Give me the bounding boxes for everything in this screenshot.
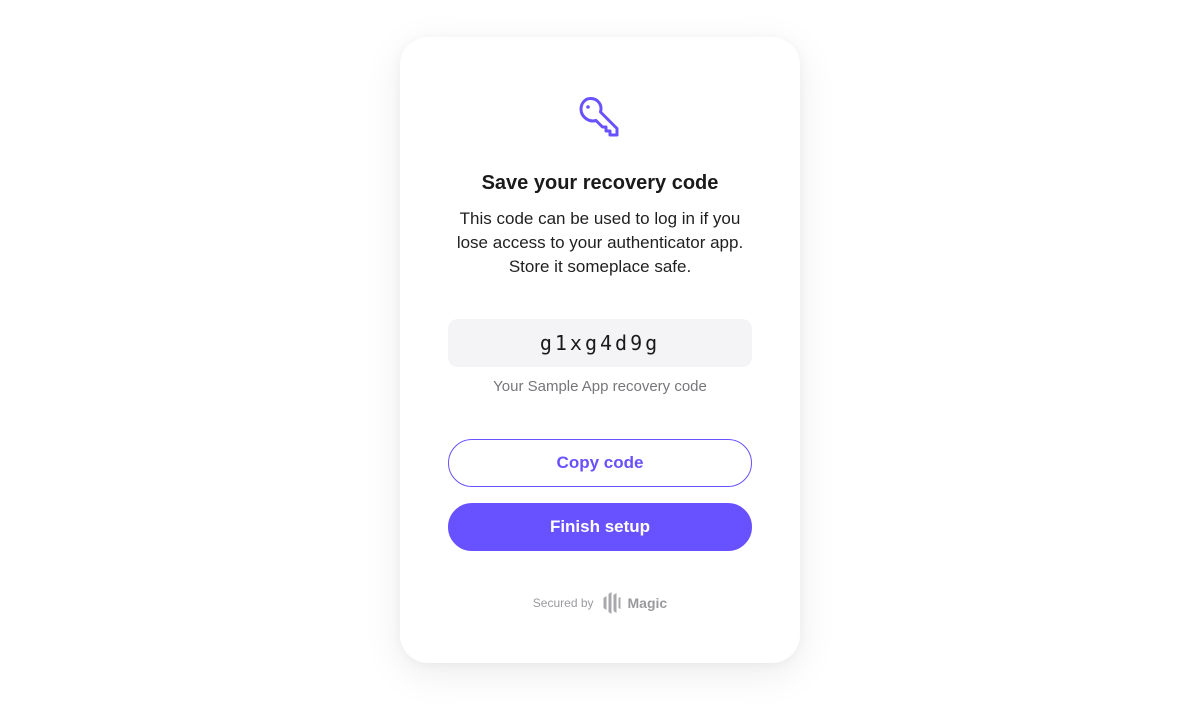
secured-by-footer: Secured by Magic — [400, 589, 800, 617]
recovery-code-caption: Your Sample App recovery code — [493, 378, 707, 395]
description-line: This code can be used to log in if you — [459, 209, 741, 228]
description-line: Store it someplace safe. — [508, 257, 692, 276]
dialog-description: This code can be used to log in if you l… — [440, 207, 760, 279]
key-icon — [576, 95, 624, 143]
dialog-title: Save your recovery code — [481, 172, 719, 194]
copy-code-button[interactable]: Copy code — [448, 439, 752, 487]
recovery-code-dialog: Save your recovery code This code can be… — [400, 37, 800, 663]
recovery-code-box[interactable]: g1xg4d9g — [448, 319, 752, 367]
finish-setup-button[interactable]: Finish setup — [448, 503, 752, 551]
magic-logo-icon — [603, 592, 620, 614]
page: Save your recovery code This code can be… — [0, 0, 1200, 728]
description-line: lose access to your authenticator app. — [456, 233, 744, 252]
recovery-code[interactable]: g1xg4d9g — [540, 331, 660, 355]
secured-by-label: Secured by — [532, 596, 594, 610]
magic-brand-name: Magic — [627, 595, 668, 611]
